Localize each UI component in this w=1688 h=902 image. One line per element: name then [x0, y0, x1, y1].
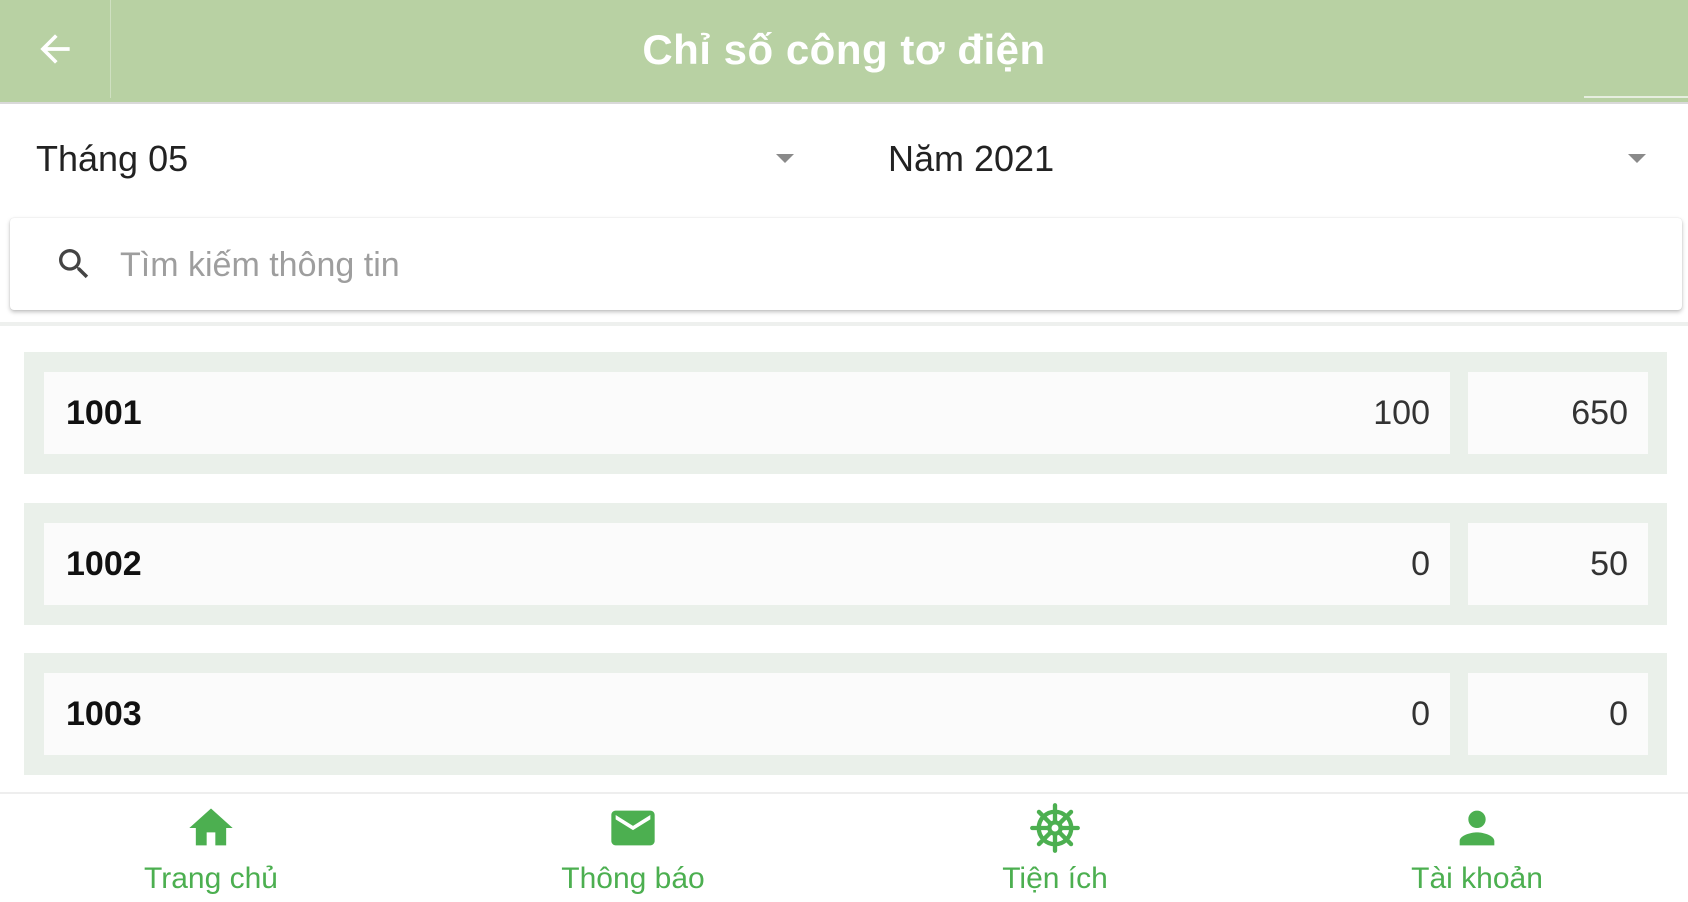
nav-label-account: Tài khoản	[1411, 862, 1543, 895]
list-item[interactable]: 1002 0 50	[24, 503, 1667, 625]
chevron-down-icon	[1628, 154, 1646, 163]
list-item[interactable]: 1003 0 0	[24, 653, 1667, 775]
year-select[interactable]: Năm 2021	[888, 134, 1658, 184]
new-reading: 650	[1468, 372, 1648, 454]
list-item[interactable]: 1001 100 650	[24, 352, 1667, 474]
search-icon	[59, 249, 89, 279]
arrow-left-icon	[40, 34, 70, 64]
nav-label-home: Trang chủ	[144, 862, 278, 895]
apartment-code: 1001	[44, 372, 1274, 454]
nav-label-utilities: Tiện ích	[1002, 862, 1108, 895]
month-select-value: Tháng 05	[36, 138, 189, 179]
nav-item-account[interactable]: Tài khoản	[1266, 794, 1688, 902]
back-button[interactable]	[0, 0, 111, 98]
header-divider	[1584, 96, 1688, 98]
settings-wheel-icon	[1030, 803, 1080, 853]
new-reading: 0	[1468, 673, 1648, 755]
apartment-code: 1002	[44, 523, 1274, 605]
month-select[interactable]: Tháng 05	[36, 134, 806, 184]
old-reading: 0	[1270, 673, 1450, 755]
search-input[interactable]	[118, 234, 1622, 296]
mail-icon	[611, 810, 655, 846]
old-reading: 100	[1270, 372, 1450, 454]
app-header: Chỉ số công tơ điện	[0, 0, 1688, 104]
search-bar	[10, 218, 1682, 310]
nav-item-home[interactable]: Trang chủ	[0, 794, 422, 902]
nav-item-utilities[interactable]: Tiện ích	[844, 794, 1266, 902]
account-icon	[1459, 810, 1495, 846]
filter-bar: Tháng 05 Năm 2021	[0, 106, 1688, 212]
bottom-navigation: Trang chủ Thông báo Tiện ích Tài khoản	[0, 792, 1688, 902]
old-reading: 0	[1270, 523, 1450, 605]
year-select-value: Năm 2021	[888, 138, 1055, 179]
apartment-code: 1003	[44, 673, 1274, 755]
home-icon	[189, 808, 233, 846]
new-reading: 50	[1468, 523, 1648, 605]
chevron-down-icon	[776, 154, 794, 163]
page-title: Chỉ số công tơ điện	[642, 26, 1046, 73]
nav-item-notifications[interactable]: Thông báo	[422, 794, 844, 902]
divider	[0, 322, 1688, 326]
nav-label-notifications: Thông báo	[561, 862, 705, 895]
